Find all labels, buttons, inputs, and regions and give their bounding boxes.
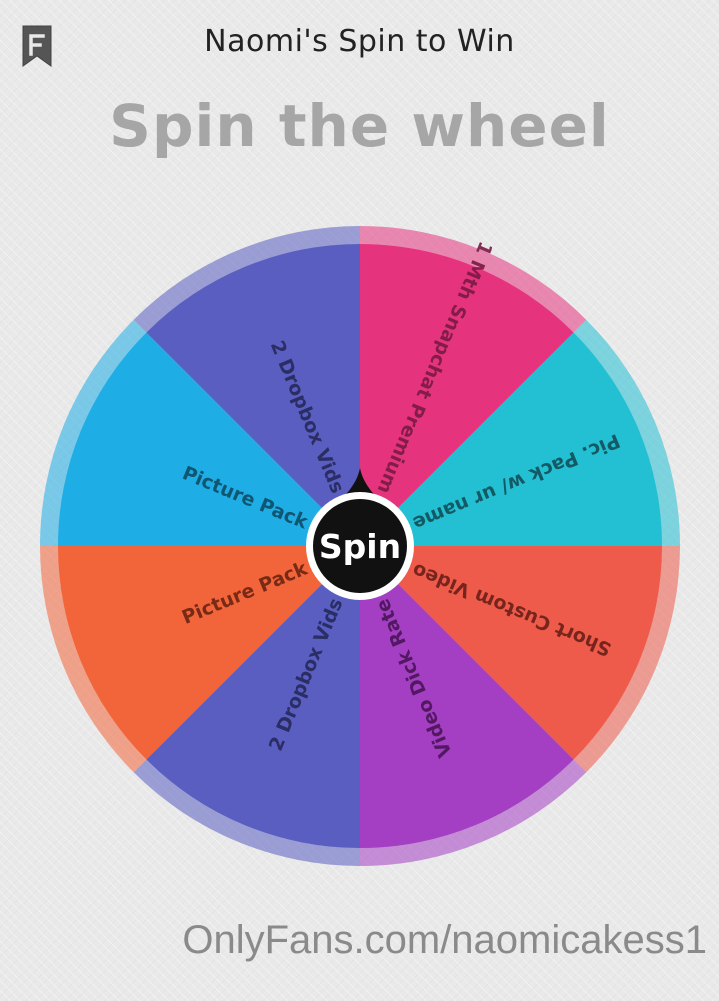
spin-heading: Spin the wheel (109, 92, 610, 160)
spin-wheel[interactable]: 1 Mth Snapchat PremiumPic. Pack w/ ur na… (40, 226, 680, 866)
page-title: Naomi's Spin to Win (204, 24, 515, 59)
watermark: OnlyFans.com/naomicakess1 (182, 918, 707, 962)
spin-button-label[interactable]: Spin (319, 527, 401, 566)
